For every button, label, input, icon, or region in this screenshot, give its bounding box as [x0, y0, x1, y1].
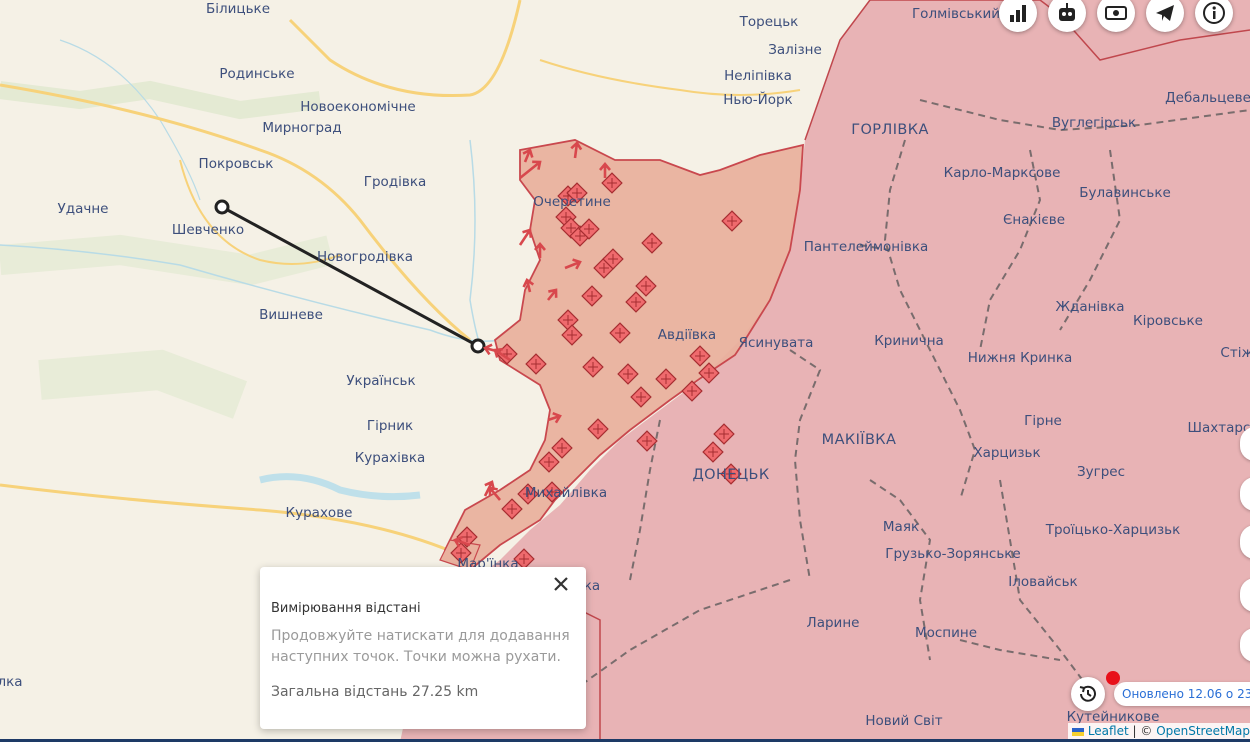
place-label: Очеретине [533, 194, 611, 210]
total-distance: Загальна відстань 27.25 km [271, 684, 479, 700]
place-label: Дебальцеве [1165, 90, 1250, 106]
place-label: Мирноград [262, 120, 342, 136]
place-label: Новий Світ [865, 713, 943, 729]
history-icon [1079, 685, 1096, 702]
place-label: Вишневе [259, 307, 323, 323]
attribution-sep: | © [1128, 724, 1157, 738]
place-label: Шахтарськ [1187, 420, 1250, 436]
place-label: МАКІЇВКА [821, 432, 897, 448]
place-label: Зугрес [1076, 464, 1126, 480]
place-label: Авдіївка [657, 327, 717, 343]
place-label: Ясинувата [738, 335, 814, 351]
place-label: Курахове [285, 505, 353, 521]
place-label: Гірник [366, 418, 414, 434]
place-label: Вуглегірськ [1051, 115, 1137, 131]
place-label: Ларине [806, 615, 860, 631]
place-label: Гродівка [363, 174, 427, 190]
place-label: Голмівський [911, 6, 1001, 22]
place-label: лка [0, 674, 23, 690]
place-label: Харцизьк [973, 445, 1041, 461]
updated-label[interactable]: Оновлено 12.06 о 23:56 [1114, 682, 1250, 706]
popup-hint: Продовжуйте натискати для додавання наст… [271, 628, 570, 665]
place-label: Новогродівка [316, 249, 414, 265]
place-label: Пантелеймонівка [803, 239, 929, 255]
place-label: ка [583, 578, 601, 594]
place-label: Шевченко [171, 222, 245, 238]
place-label: Торецьк [739, 14, 799, 30]
place-label: Маяк [882, 519, 920, 535]
place-label: Покровськ [198, 156, 274, 172]
place-label: Грузько-Зорянське [885, 546, 1021, 562]
place-label: Неліпівка [724, 68, 792, 84]
history-button[interactable] [1071, 677, 1105, 711]
map-attribution: Leaflet | © OpenStreetMap cont [1068, 723, 1250, 739]
place-label: Новоекономічне [300, 99, 416, 115]
place-label: Жданівка [1055, 299, 1125, 315]
measure-end-point[interactable] [470, 338, 486, 354]
place-label: Моспине [914, 625, 978, 641]
measure-start-point[interactable] [214, 199, 230, 215]
place-label: Нью-Йорк [723, 92, 793, 108]
leaflet-link[interactable]: Leaflet [1088, 724, 1129, 738]
live-indicator [1106, 671, 1120, 685]
place-label: Білицьке [205, 1, 271, 17]
place-label: Криничнa [874, 333, 944, 349]
place-label: Родинське [219, 66, 295, 82]
map-canvas[interactable] [0, 0, 1250, 742]
place-label: Іловайськ [1008, 574, 1078, 590]
close-icon[interactable] [550, 573, 572, 595]
place-label: Гірне [1024, 413, 1062, 429]
distance-measure-popup: Вимірювання відстані Продовжуйте натиска… [260, 567, 586, 729]
place-label: Троїцько-Харцизьк [1045, 522, 1181, 538]
place-label: Кіровське [1133, 313, 1203, 329]
place-label: Нижня Кринка [967, 350, 1073, 366]
place-label: Стіж [1220, 345, 1250, 361]
place-label: Курахівка [354, 450, 426, 466]
place-label: Єнакієве [1002, 212, 1066, 228]
place-label: Булавинське [1079, 185, 1171, 201]
place-label: Українськ [346, 373, 416, 389]
place-label: ГОРЛІВКА [851, 122, 929, 138]
place-label: Залізне [768, 42, 822, 58]
place-label: Михайлівка [524, 485, 608, 501]
ukraine-flag-icon [1072, 727, 1084, 736]
place-label: Карло-Марксове [943, 165, 1061, 181]
osm-link[interactable]: OpenStreetMap [1156, 724, 1250, 738]
popup-title: Вимірювання відстані [271, 601, 421, 616]
place-label: ДОНЕЦЬК [692, 467, 770, 483]
place-label: Удачне [57, 201, 109, 217]
